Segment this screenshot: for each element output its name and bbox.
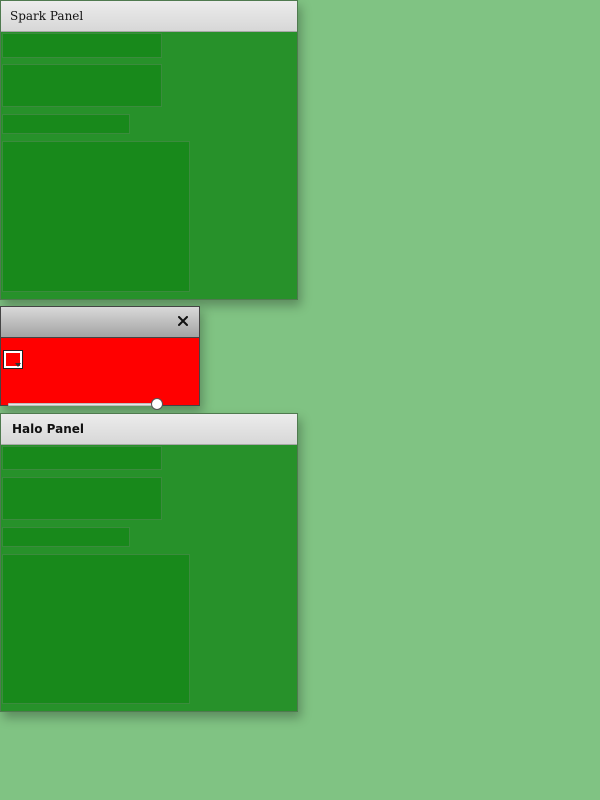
close-button[interactable] <box>176 314 190 328</box>
title-window <box>0 306 200 410</box>
spark-panel-block-1 <box>2 33 162 58</box>
spark-panel-title: Spark Panel <box>10 9 84 23</box>
spark-panel-block-3 <box>2 114 130 134</box>
close-icon <box>178 316 188 326</box>
dropdown-arrow-icon <box>15 363 21 367</box>
halo-panel-block-2 <box>2 477 162 520</box>
spark-panel-block-4 <box>2 141 190 292</box>
spark-panel-header: Spark Panel <box>1 1 297 32</box>
slider-track[interactable] <box>8 403 158 406</box>
halo-panel: Halo Panel <box>0 413 298 712</box>
title-window-header[interactable] <box>1 307 199 338</box>
spark-panel: Spark Panel <box>0 0 298 300</box>
halo-panel-title: Halo Panel <box>12 422 85 436</box>
halo-panel-block-1 <box>2 446 162 470</box>
halo-panel-block-4 <box>2 554 190 704</box>
halo-panel-block-3 <box>2 527 130 547</box>
spark-panel-block-2 <box>2 64 162 107</box>
halo-panel-header: Halo Panel <box>1 414 297 445</box>
color-picker[interactable] <box>3 350 23 369</box>
slider-thumb[interactable] <box>151 398 163 410</box>
